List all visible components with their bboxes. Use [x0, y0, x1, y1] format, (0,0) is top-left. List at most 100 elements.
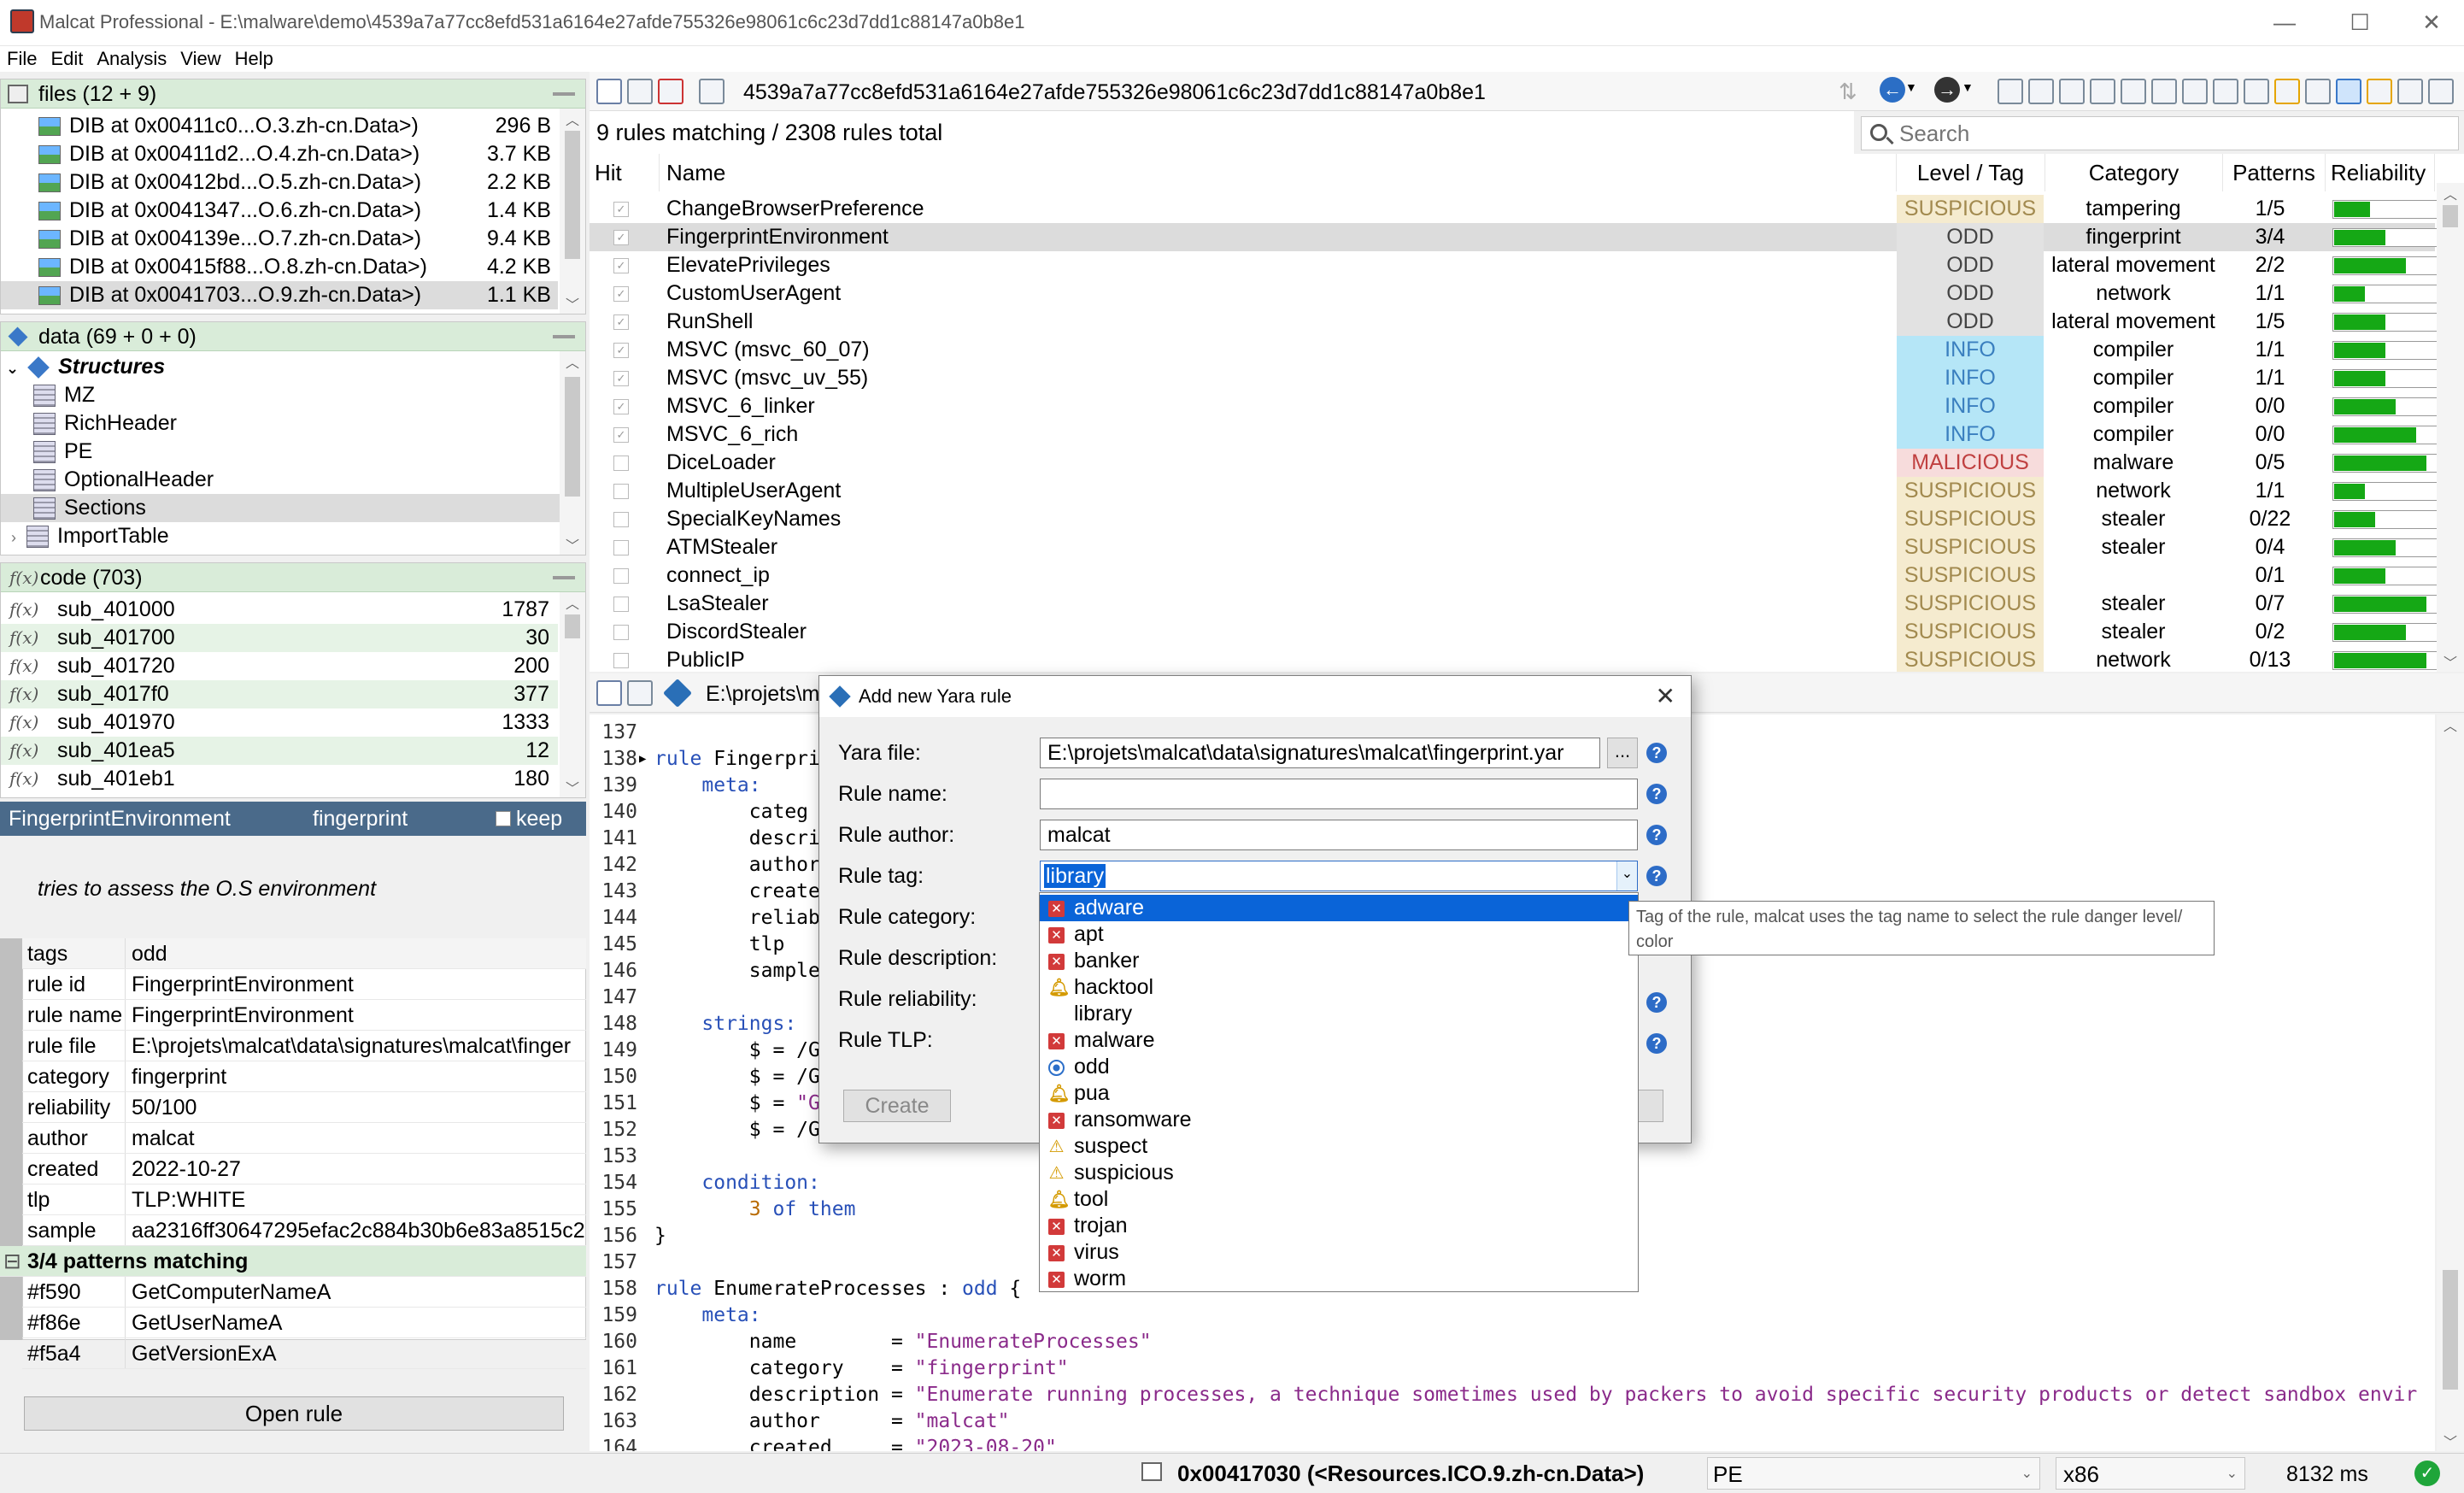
prop-row[interactable]: tlp TLP:WHITE — [22, 1184, 586, 1215]
rule-row[interactable]: ✓ MSVC_6_rich INFO compiler 0/0 — [590, 420, 2438, 449]
help-icon[interactable]: ? — [1646, 992, 1667, 1013]
hit-checkbox[interactable]: ✓ — [613, 314, 629, 330]
prop-row[interactable]: rule file E:\projets\malcat\data\signatur… — [22, 1031, 586, 1061]
hit-checkbox[interactable] — [613, 625, 629, 640]
prop-row[interactable]: author malcat — [22, 1123, 586, 1154]
tree-root-structures[interactable]: ⌄ Structures — [6, 353, 165, 381]
rule-row[interactable]: ATMStealer SUSPICIOUS stealer 0/4 — [590, 533, 2438, 561]
tag-option-tool[interactable]: 🔔︎ tool — [1040, 1186, 1638, 1213]
code-panel-header[interactable]: f(x) code (703) — [1, 563, 585, 592]
hit-checkbox[interactable]: ✓ — [613, 399, 629, 414]
menu-view[interactable]: View — [173, 46, 227, 72]
rule-row[interactable]: connect_ip SUSPICIOUS 0/1 — [590, 561, 2438, 590]
chevron-down-icon[interactable]: ⌄ — [1616, 861, 1637, 891]
function-item[interactable]: f(x) sub_401720 200 — [1, 652, 558, 680]
tree-item[interactable]: OptionalHeader — [33, 466, 214, 494]
tree-item[interactable]: › ImportTable — [11, 522, 169, 550]
tag-option-odd[interactable]: odd — [1040, 1054, 1638, 1080]
tag-option-worm[interactable]: ✕ worm — [1040, 1266, 1638, 1292]
menu-file[interactable]: File — [0, 46, 44, 72]
copy-icon[interactable] — [699, 79, 725, 104]
hit-checkbox[interactable] — [613, 597, 629, 612]
hit-checkbox[interactable]: ✓ — [613, 286, 629, 302]
help-icon[interactable]: ? — [1646, 743, 1667, 763]
hit-checkbox[interactable]: ✓ — [613, 230, 629, 245]
menu-help[interactable]: Help — [228, 46, 280, 72]
files-panel-header[interactable]: files (12 + 9) — [1, 79, 585, 109]
tag-option-pua[interactable]: 🔔︎ pua — [1040, 1080, 1638, 1107]
search-input[interactable] — [1899, 120, 2446, 147]
rule-row[interactable]: ✓ FingerprintEnvironment ODD fingerprint 3/4 — [590, 223, 2438, 251]
tag-option-banker[interactable]: ✕ banker — [1040, 948, 1638, 974]
help-icon[interactable]: ? — [1646, 866, 1667, 886]
save-icon[interactable] — [627, 680, 653, 706]
rule-author-input[interactable]: malcat — [1040, 820, 1638, 850]
hit-checkbox[interactable] — [613, 540, 629, 555]
tag-option-virus[interactable]: ✕ virus — [1040, 1239, 1638, 1266]
hit-checkbox[interactable] — [613, 653, 629, 668]
tag-option-suspicious[interactable]: ⚠ suspicious — [1040, 1160, 1638, 1186]
menu-edit[interactable]: Edit — [44, 46, 90, 72]
rule-row[interactable]: ✓ MSVC (msvc_60_07) INFO compiler 1/1 — [590, 336, 2438, 364]
prop-row[interactable]: rule name FingerprintEnvironment — [22, 1000, 586, 1031]
view-source-icon[interactable] — [2182, 79, 2208, 104]
tree-item[interactable]: MZ — [33, 381, 95, 409]
file-hash[interactable]: 4539a7a77cc8efd531a6164e27afde755326e980… — [743, 80, 1486, 105]
rule-row[interactable]: DiscordStealer SUSPICIOUS stealer 0/2 — [590, 618, 2438, 646]
file-item[interactable]: DIB at 0x00415f88...O.8.zh-cn.Data>) 4.2 … — [38, 253, 558, 281]
file-item[interactable]: DIB at 0x00411d2...O.4.zh-cn.Data>) 3.7 K… — [38, 140, 558, 168]
code-line[interactable]: 164 created = "2023-08-20" — [590, 1435, 2435, 1451]
patterns-header[interactable]: ⊟ 3/4 patterns matching — [0, 1246, 586, 1277]
tag-option-suspect[interactable]: ⚠ suspect — [1040, 1133, 1638, 1160]
view-strings-icon[interactable] — [2367, 79, 2392, 104]
search-box[interactable] — [1861, 116, 2459, 150]
collapse-panel-icon[interactable] — [596, 79, 622, 104]
rule-row[interactable]: PublicIP SUSPICIOUS network 0/13 — [590, 646, 2438, 672]
hit-checkbox[interactable]: ✓ — [613, 202, 629, 217]
rule-row[interactable]: ✓ ElevatePrivileges ODD lateral movement 2/2 — [590, 251, 2438, 279]
rule-row[interactable]: SpecialKeyNames SUSPICIOUS stealer 0/22 — [590, 505, 2438, 533]
save-icon[interactable] — [627, 79, 653, 104]
view-folder-icon[interactable] — [2274, 79, 2300, 104]
dialog-close-button[interactable]: ✕ — [1656, 676, 1675, 717]
file-item[interactable]: DIB at 0x004139e...O.7.zh-cn.Data>) 9.4 K… — [38, 225, 558, 253]
arch-select[interactable]: x86 ⌄ — [2056, 1457, 2245, 1490]
tag-option-malware[interactable]: ✕ malware — [1040, 1027, 1638, 1054]
minimize-button[interactable]: — — [2259, 7, 2310, 38]
view-font-icon[interactable] — [2305, 79, 2331, 104]
code-line[interactable]: 159 meta: — [590, 1302, 2435, 1329]
tag-option-library[interactable]: library — [1040, 1001, 1638, 1027]
sort-icon[interactable]: ⇅ — [1839, 79, 1857, 105]
hit-checkbox[interactable] — [613, 568, 629, 584]
view-text-icon[interactable] — [2213, 79, 2238, 104]
code-line[interactable]: 162 description = "Enumerate running pro… — [590, 1382, 2435, 1408]
file-item[interactable]: DIB at 0x00412bd...O.5.zh-cn.Data>) 2.2 K… — [38, 168, 558, 197]
col-patterns[interactable]: Patterns — [2223, 154, 2326, 191]
help-icon[interactable]: ? — [1646, 784, 1667, 804]
col-hit[interactable]: Hit — [590, 154, 660, 191]
prop-row[interactable]: tags odd — [22, 938, 586, 969]
tree-item[interactable]: RichHeader — [33, 409, 177, 438]
rule-row[interactable]: LsaStealer SUSPICIOUS stealer 0/7 — [590, 590, 2438, 618]
view-structure-icon[interactable] — [2090, 79, 2115, 104]
tree-item[interactable]: PE — [33, 438, 92, 466]
tag-option-ransomware[interactable]: ✕ ransomware — [1040, 1107, 1638, 1133]
hit-checkbox[interactable]: ✓ — [613, 343, 629, 358]
collapse-icon[interactable] — [553, 92, 575, 96]
view-summary-icon[interactable] — [1998, 79, 2023, 104]
tree-item-selected[interactable]: Sections — [1, 494, 560, 522]
prop-row[interactable]: rule id FingerprintEnvironment — [22, 969, 586, 1000]
hit-checkbox[interactable] — [613, 512, 629, 527]
rule-row[interactable]: MultipleUserAgent SUSPICIOUS network 1/1 — [590, 477, 2438, 505]
hit-checkbox[interactable]: ✓ — [613, 258, 629, 273]
view-graph-icon[interactable] — [2059, 79, 2085, 104]
prop-row[interactable]: category fingerprint — [22, 1061, 586, 1092]
collapse-panel-icon[interactable] — [596, 680, 622, 706]
view-table-icon[interactable] — [2397, 79, 2423, 104]
rule-row[interactable]: ✓ CustomUserAgent ODD network 1/1 — [590, 279, 2438, 308]
help-icon[interactable]: ? — [1646, 1033, 1667, 1054]
pattern-row[interactable]: #f5a4 GetVersionExA — [22, 1338, 586, 1369]
close-window-button[interactable]: ✕ — [2406, 7, 2457, 38]
code-line[interactable]: 161 category = "fingerprint" — [590, 1355, 2435, 1382]
data-scrollbar[interactable]: ︿ ﹀ — [560, 351, 585, 555]
